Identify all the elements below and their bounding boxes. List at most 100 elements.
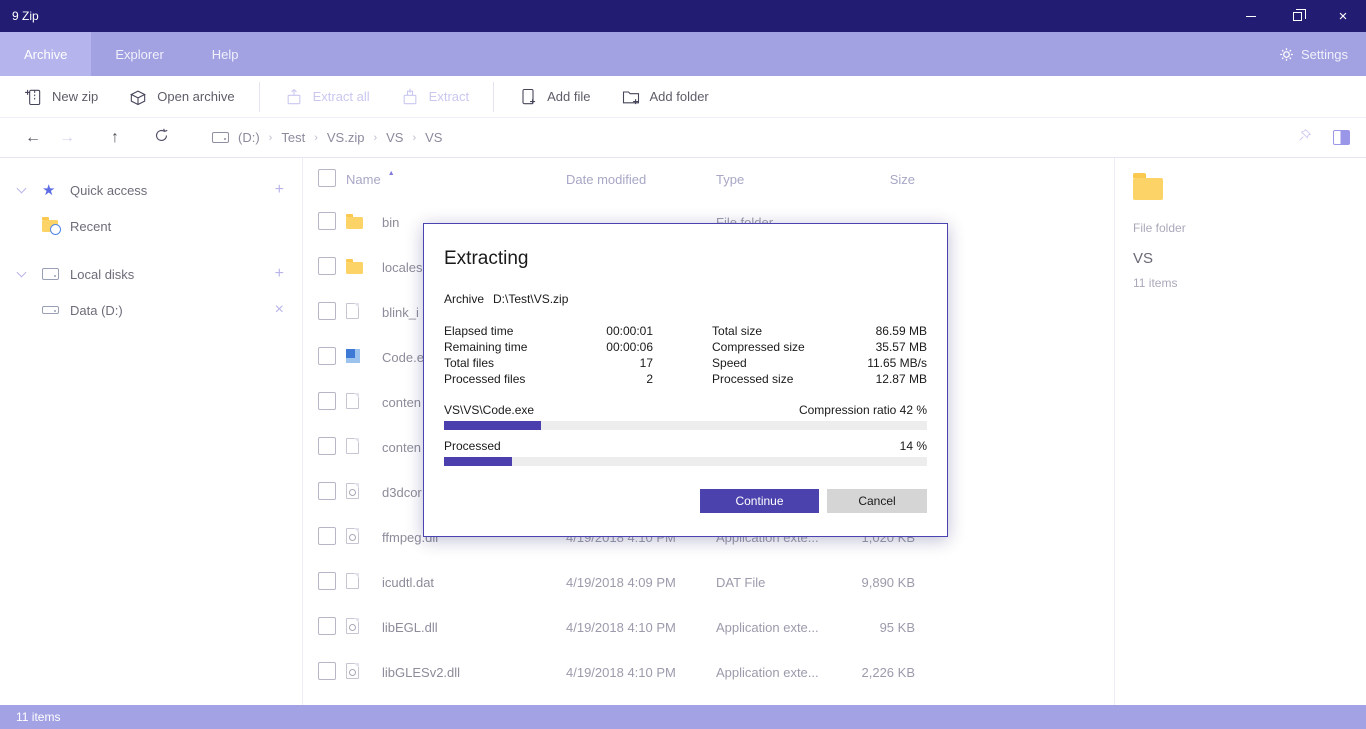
- stat-label: Processed size: [712, 372, 794, 386]
- new-zip-label: New zip: [52, 89, 99, 104]
- file-name: icudtl.dat: [382, 575, 435, 590]
- column-header-type[interactable]: Type: [700, 172, 820, 187]
- dll-file-icon: [346, 483, 359, 499]
- refresh-button[interactable]: [144, 127, 178, 149]
- stat-value: 11.65 MB/s: [867, 356, 927, 370]
- sidebar-item-recent[interactable]: Recent: [0, 208, 302, 244]
- row-checkbox[interactable]: [318, 392, 336, 410]
- breadcrumb-segment[interactable]: VS: [377, 130, 412, 145]
- tab-help[interactable]: Help: [188, 32, 263, 76]
- open-archive-button[interactable]: Open archive: [113, 76, 249, 117]
- recent-folder-icon: [42, 217, 61, 235]
- extracting-dialog: Extracting Archive D:\Test\VS.zip Elapse…: [423, 223, 948, 537]
- preview-item-count: 11 items: [1133, 276, 1178, 290]
- title-bar: 9 Zip ×: [0, 0, 1366, 32]
- row-checkbox[interactable]: [318, 347, 336, 365]
- dll-file-icon: [346, 528, 359, 544]
- forward-button[interactable]: →: [50, 129, 84, 147]
- sort-ascending-icon: ▲: [387, 169, 395, 177]
- add-quick-access-button[interactable]: +: [275, 181, 284, 199]
- row-checkbox[interactable]: [318, 662, 336, 680]
- preview-type: File folder: [1133, 221, 1186, 235]
- add-disk-button[interactable]: +: [275, 265, 284, 283]
- settings-label: Settings: [1301, 46, 1348, 62]
- cancel-button[interactable]: Cancel: [827, 489, 927, 513]
- row-checkbox[interactable]: [318, 437, 336, 455]
- stat-value: 17: [639, 356, 654, 370]
- stat-label: Compressed size: [712, 340, 805, 354]
- select-all-checkbox[interactable]: [318, 168, 336, 187]
- close-icon: ×: [1338, 7, 1348, 25]
- add-file-icon: [522, 88, 536, 104]
- table-row[interactable]: icudtl.dat 4/19/2018 4:09 PM DAT File 9,…: [318, 560, 1114, 605]
- sidebar-item-local-disks[interactable]: Local disks +: [0, 256, 302, 292]
- minimize-button[interactable]: [1228, 0, 1274, 32]
- table-row[interactable]: libEGL.dll 4/19/2018 4:10 PM Application…: [318, 605, 1114, 650]
- column-header-name[interactable]: Name ▲: [346, 169, 550, 187]
- remove-drive-button[interactable]: ×: [275, 301, 284, 319]
- up-button[interactable]: ↑: [98, 129, 132, 147]
- tab-explorer[interactable]: Explorer: [91, 32, 187, 76]
- list-header: Name ▲ Date modified Type Size: [318, 158, 1114, 200]
- archive-label: Archive: [444, 292, 485, 306]
- add-file-button[interactable]: Add file: [503, 76, 605, 117]
- stat-label: Processed files: [444, 372, 526, 386]
- toolbar: New zip Open archive Extract all Extract…: [0, 76, 1366, 118]
- extract-all-button[interactable]: Extract all: [269, 76, 385, 117]
- add-file-label: Add file: [547, 89, 591, 104]
- row-checkbox[interactable]: [318, 212, 336, 230]
- extract-button[interactable]: Extract: [385, 76, 484, 117]
- tab-archive[interactable]: Archive: [0, 32, 92, 76]
- stat-value: 35.57 MB: [875, 340, 927, 354]
- file-icon: [346, 438, 359, 454]
- breadcrumb-segment[interactable]: VS: [416, 130, 451, 145]
- row-checkbox[interactable]: [318, 572, 336, 590]
- folder-icon-large: [1133, 173, 1163, 200]
- row-checkbox[interactable]: [318, 482, 336, 500]
- breadcrumb-segment[interactable]: Test: [272, 130, 314, 145]
- file-icon: [346, 393, 359, 409]
- row-checkbox[interactable]: [318, 527, 336, 545]
- table-row[interactable]: libGLESv2.dll 4/19/2018 4:10 PM Applicat…: [318, 650, 1114, 695]
- row-checkbox[interactable]: [318, 302, 336, 320]
- row-checkbox[interactable]: [318, 617, 336, 635]
- status-bar: 11 items: [0, 705, 1366, 729]
- file-icon: [346, 573, 359, 589]
- restore-button[interactable]: [1274, 0, 1320, 32]
- file-date: 4/19/2018 4:10 PM: [566, 620, 676, 635]
- disk-icon: [42, 268, 59, 280]
- breadcrumb-segment[interactable]: (D:): [229, 130, 269, 145]
- recent-label: Recent: [70, 218, 112, 234]
- column-header-size[interactable]: Size: [820, 172, 915, 187]
- add-folder-label: Add folder: [649, 89, 709, 104]
- add-folder-button[interactable]: Add folder: [606, 76, 724, 117]
- window-title: 9 Zip: [12, 9, 39, 23]
- file-type: DAT File: [716, 575, 766, 590]
- chevron-down-icon[interactable]: [16, 267, 27, 277]
- processed-progress-fill: [444, 457, 512, 466]
- row-checkbox[interactable]: [318, 257, 336, 275]
- stat-value: 00:00:06: [606, 340, 654, 354]
- stat-label: Total files: [444, 356, 495, 370]
- breadcrumb-segment[interactable]: VS.zip: [318, 130, 374, 145]
- dll-file-icon: [346, 663, 359, 679]
- preview-pane-toggle-icon[interactable]: [1333, 130, 1350, 145]
- total-progress-bar: [444, 457, 927, 466]
- pin-icon[interactable]: [1297, 127, 1313, 148]
- sidebar-item-data-drive[interactable]: Data (D:) ×: [0, 292, 302, 328]
- status-item-count: 11 items: [16, 710, 61, 724]
- column-header-date-modified[interactable]: Date modified: [550, 172, 700, 187]
- file-date: 4/19/2018 4:10 PM: [566, 665, 676, 680]
- new-zip-button[interactable]: New zip: [8, 76, 113, 117]
- gear-icon: [1280, 47, 1293, 61]
- stat-label: Speed: [712, 356, 747, 370]
- settings-button[interactable]: Settings: [1279, 32, 1366, 76]
- chevron-down-icon[interactable]: [16, 183, 27, 193]
- drive-icon: [212, 132, 229, 143]
- sidebar-item-quick-access[interactable]: ★ Quick access +: [0, 172, 302, 208]
- continue-button[interactable]: Continue: [700, 489, 819, 513]
- back-button[interactable]: ←: [16, 129, 50, 147]
- close-button[interactable]: ×: [1320, 0, 1366, 32]
- open-archive-label: Open archive: [157, 89, 235, 104]
- current-file-path: VS\VS\Code.exe: [444, 403, 535, 417]
